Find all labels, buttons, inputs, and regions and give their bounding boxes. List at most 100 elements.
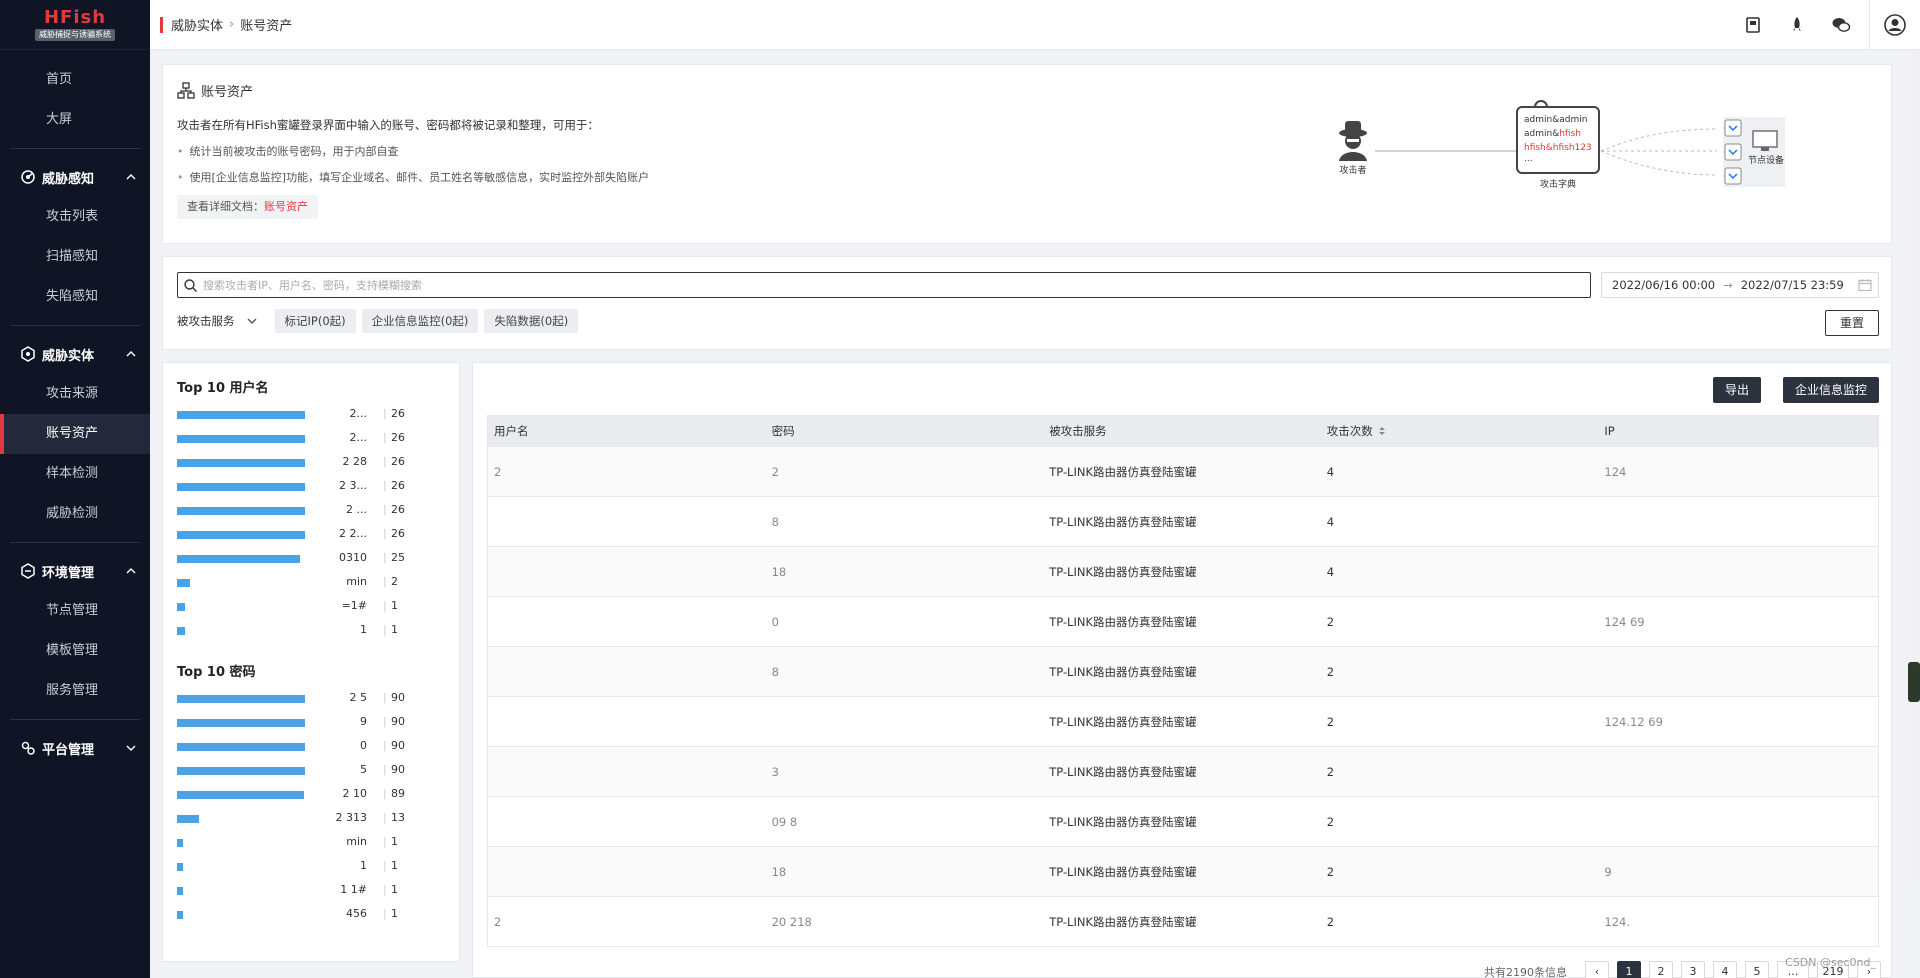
column-header-ip: IP (1604, 424, 1615, 438)
enterprise-monitor-button[interactable]: 企业信息监控 (1782, 377, 1879, 403)
top10-item[interactable]: =1# | 1 (177, 595, 457, 619)
sidebar-item-threat-detection[interactable]: 威胁检测 (0, 494, 150, 534)
table-row[interactable]: 3 TP-LINK路由器仿真登陆蜜罐 2 (488, 746, 1878, 796)
divider: | (383, 623, 387, 636)
settings-icon (20, 740, 36, 756)
pagination-prev-button[interactable]: ‹ (1585, 961, 1609, 978)
service-select-label: 被攻击服务 (177, 314, 235, 328)
search-box[interactable] (177, 272, 1591, 298)
top10-item[interactable]: 1 | 1 (177, 855, 457, 879)
sidebar-item-account-assets[interactable]: 账号资产 (0, 414, 150, 454)
sidebar-item-bigscreen[interactable]: 大屏 (0, 100, 150, 140)
table-row[interactable]: 0 TP-LINK路由器仿真登陆蜜罐 2 124 69 (488, 596, 1878, 646)
top10-item[interactable]: min | 1 (177, 831, 457, 855)
sidebar-item-node-management[interactable]: 节点管理 (0, 591, 150, 631)
account-flow-diagram: 攻击者 admin&admin admin&hfish hfish&hfish1… (1339, 100, 1785, 190)
service-select[interactable]: 被攻击服务 (177, 313, 257, 329)
pagination-page[interactable]: 4 (1713, 961, 1737, 978)
date-end[interactable]: 2022/07/15 23:59 (1741, 278, 1844, 292)
pagination-page[interactable]: 2 (1649, 961, 1673, 978)
sort-icon[interactable] (1377, 425, 1387, 437)
sidebar-item-attack-list[interactable]: 攻击列表 (0, 197, 150, 237)
pagination-page[interactable]: 5 (1745, 961, 1769, 978)
table-cell-password: 20 218 (771, 914, 812, 929)
top10-item[interactable]: 0 | 90 (177, 735, 457, 759)
top10-item[interactable]: 2 313 | 13 (177, 807, 457, 831)
pagination-page[interactable]: 1 (1617, 961, 1641, 978)
table-row[interactable]: 18 TP-LINK路由器仿真登陆蜜罐 4 (488, 546, 1878, 596)
divider: | (383, 835, 387, 848)
table-cell-ip: 124 (1604, 464, 1627, 479)
top10-item[interactable]: 5 | 90 (177, 759, 457, 783)
sidebar-group-platform[interactable]: 平台管理 (0, 728, 150, 768)
top10-item[interactable]: 1 | 1 (177, 619, 457, 643)
scrollbar[interactable] (1912, 52, 1918, 882)
table-cell-count: 2 (1326, 814, 1335, 829)
date-start[interactable]: 2022/06/16 00:00 (1612, 278, 1715, 292)
top10-item[interactable]: 456 | 1 (177, 903, 457, 927)
top10-item[interactable]: 2... | 26 (177, 403, 457, 427)
top10-item[interactable]: 1 1# | 1 (177, 879, 457, 903)
doc-link-button[interactable]: 查看详细文档：账号资产 (177, 195, 318, 219)
rocket-icon (1793, 16, 1801, 31)
top10-bar (177, 507, 305, 515)
top10-item[interactable]: 2... | 26 (177, 427, 457, 451)
date-range-picker[interactable]: 2022/06/16 00:00 → 2022/07/15 23:59 (1601, 272, 1879, 298)
topbar: 威胁实体 › 账号资产 (150, 0, 1920, 50)
table-row[interactable]: 2 2 TP-LINK路由器仿真登陆蜜罐 4 124 (488, 446, 1878, 496)
chevron-down-icon (247, 318, 256, 324)
node-label: 节点设备 (1748, 154, 1784, 166)
logo[interactable]: HFish 威胁捕捉与诱骗系统 (0, 0, 150, 50)
divider: | (383, 575, 387, 588)
column-header-count[interactable]: 攻击次数 (1321, 423, 1599, 439)
search-input[interactable] (203, 278, 1590, 292)
top10-count: 1 (391, 883, 398, 896)
table-row[interactable]: 18 TP-LINK路由器仿真登陆蜜罐 2 9 (488, 846, 1878, 896)
export-button[interactable]: 导出 (1712, 377, 1761, 403)
chip-marked-ip[interactable]: 标记IP(0起) (274, 309, 356, 333)
breadcrumb-parent[interactable]: 威胁实体 (171, 15, 223, 34)
docs-button[interactable] (1731, 0, 1775, 50)
sidebar-item-home[interactable]: 首页 (0, 60, 150, 100)
sidebar-item-compromise-perception[interactable]: 失陷感知 (0, 277, 150, 317)
sidebar-group-threat-perception[interactable]: 威胁感知 (0, 157, 150, 197)
sidebar-item-service-management[interactable]: 服务管理 (0, 671, 150, 711)
sidebar-item-scan-perception[interactable]: 扫描感知 (0, 237, 150, 277)
top10-item[interactable]: 2 ... | 26 (177, 499, 457, 523)
top10-item[interactable]: min | 2 (177, 571, 457, 595)
table-cell-password: 2 (771, 464, 779, 479)
top10-item[interactable]: 2 5 | 90 (177, 687, 457, 711)
reset-button[interactable]: 重置 (1825, 310, 1879, 336)
sidebar-item-attack-source[interactable]: 攻击来源 (0, 374, 150, 414)
chip-enterprise-monitor[interactable]: 企业信息监控(0起) (361, 309, 479, 333)
wechat-button[interactable] (1819, 0, 1863, 50)
breadcrumb: 威胁实体 › 账号资产 (171, 15, 292, 34)
intro-bullet: 统计当前被攻击的账号密码，用于内部自查 (177, 143, 399, 159)
sidebar-group-environment[interactable]: 环境管理 (0, 551, 150, 591)
doc-link[interactable]: 账号资产 (264, 200, 308, 213)
sidebar-item-sample-detection[interactable]: 样本检测 (0, 454, 150, 494)
divider: | (383, 883, 387, 896)
divider: | (383, 527, 387, 540)
top10-item[interactable]: 2 28 | 26 (177, 451, 457, 475)
top10-item[interactable]: 9 | 90 (177, 711, 457, 735)
chip-compromised-data[interactable]: 失陷数据(0起) (484, 309, 579, 333)
top10-item[interactable]: 2 2... | 26 (177, 523, 457, 547)
top10-item[interactable]: 0310 | 25 (177, 547, 457, 571)
table-row[interactable]: 8 TP-LINK路由器仿真登陆蜜罐 2 (488, 646, 1878, 696)
table-cell-service: TP-LINK路由器仿真登陆蜜罐 (1049, 864, 1197, 879)
table-cell-service: TP-LINK路由器仿真登陆蜜罐 (1049, 464, 1197, 479)
top10-item[interactable]: 2 3... | 26 (177, 475, 457, 499)
table-row[interactable]: 2 20 218 TP-LINK路由器仿真登陆蜜罐 2 124. (488, 896, 1878, 946)
sidebar-group-label: 威胁实体 (42, 348, 95, 364)
table-row[interactable]: 8 TP-LINK路由器仿真登陆蜜罐 4 (488, 496, 1878, 546)
scrollbar-thumb[interactable] (1908, 662, 1920, 702)
table-row[interactable]: 09 8 TP-LINK路由器仿真登陆蜜罐 2 (488, 796, 1878, 846)
table-row[interactable]: TP-LINK路由器仿真登陆蜜罐 2 124.12 69 (488, 696, 1878, 746)
sidebar-item-template-management[interactable]: 模板管理 (0, 631, 150, 671)
top10-item[interactable]: 2 10 | 89 (177, 783, 457, 807)
update-button[interactable] (1775, 0, 1819, 50)
sidebar-group-threat-entity[interactable]: 威胁实体 (0, 334, 150, 374)
pagination-page[interactable]: 3 (1681, 961, 1705, 978)
user-menu[interactable] (1870, 0, 1920, 50)
